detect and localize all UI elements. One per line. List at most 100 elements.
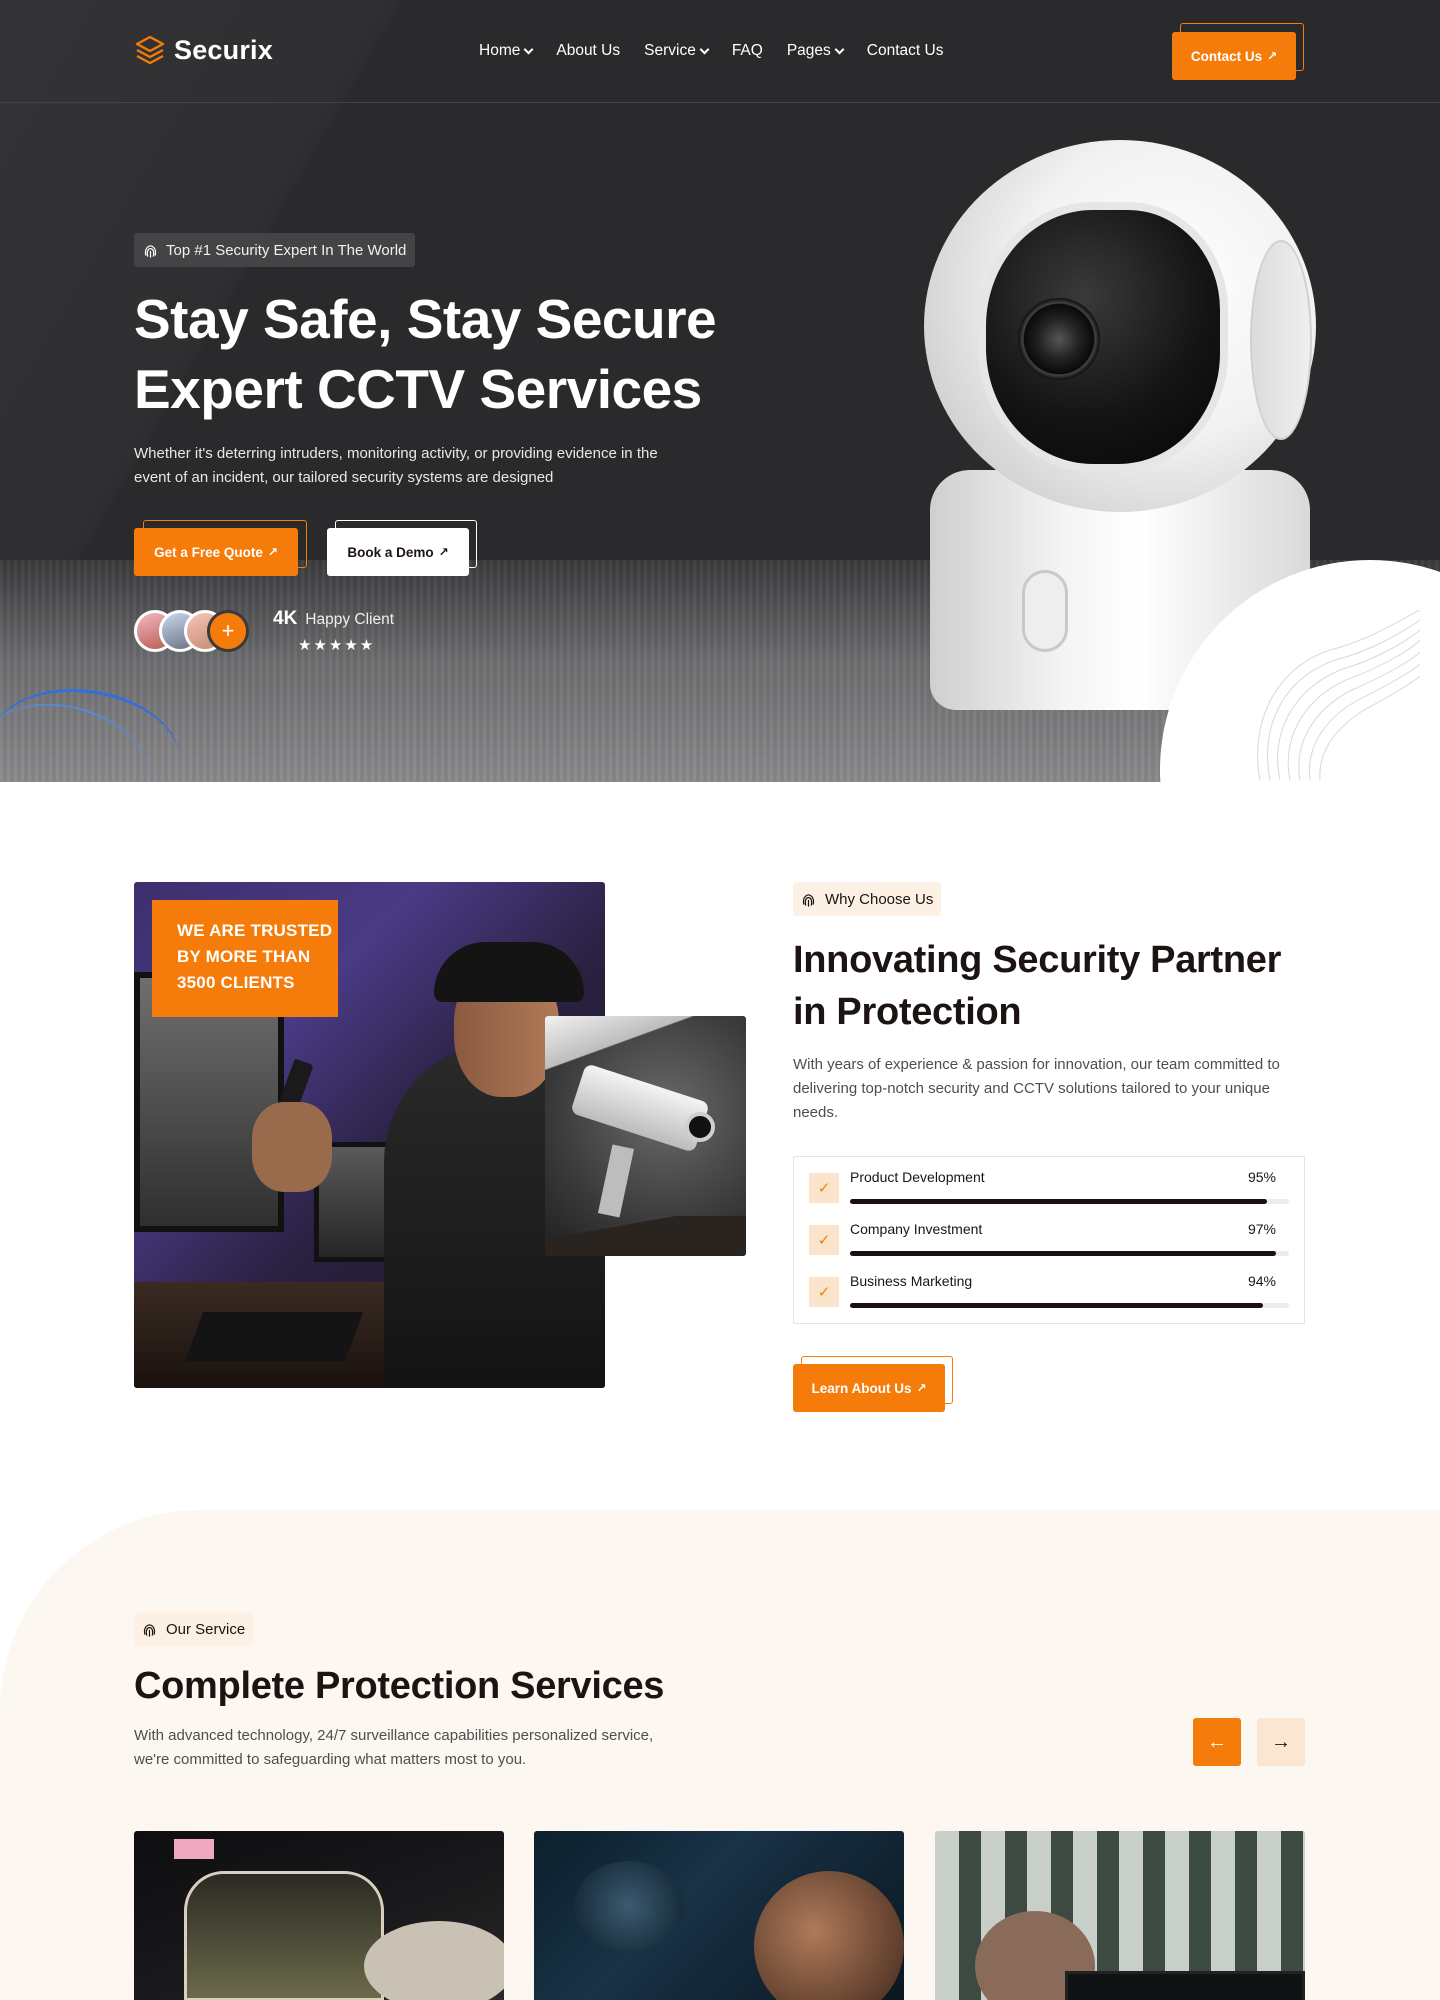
clients-count: 4K [273,608,298,629]
button-label: Get a Free Quote [154,544,263,560]
nav-item-pages[interactable]: Pages [786,42,845,60]
service-card-image[interactable] [534,1831,904,2000]
button-label: Book a Demo [347,544,434,560]
arrow-right-icon: → [1271,1730,1291,1753]
client-avatars: + [134,610,249,652]
about-title-line: in Protection [793,991,1022,1033]
service-card-image[interactable] [134,1831,504,2000]
skill-track [850,1251,1289,1256]
skills-panel: ✓ Product Development 95% ✓ Company Inve… [793,1156,1305,1324]
brand-name: Securix [174,34,273,65]
nav-label: Home [479,42,521,59]
nav-label: FAQ [731,42,763,59]
check-icon: ✓ [809,1225,839,1255]
nav-item-home[interactable]: Home [479,42,534,60]
arrow-up-right-icon: ↗ [438,545,449,559]
layers-logo-icon [135,35,165,65]
check-icon: ✓ [809,1277,839,1307]
hero-contour-lines [1257,610,1420,780]
skill-track [850,1303,1289,1308]
header-divider [0,102,1440,103]
hero-badge-text: Top #1 Security Expert In The World [166,241,407,259]
nav-label: About Us [556,42,621,59]
skill-percent: 94% [1247,1273,1276,1289]
arrow-up-right-icon: ↗ [267,545,278,559]
arrow-up-right-icon: ↗ [916,1381,927,1395]
person-head-shape [754,1871,904,2000]
skill-percent: 95% [1247,1169,1276,1185]
plus-icon: + [207,610,249,652]
badge-text: Why Choose Us [825,890,934,908]
nav-item-contact[interactable]: Contact Us [867,42,944,60]
our-service-badge: Our Service [134,1612,254,1646]
hero-badge: Top #1 Security Expert In The World [134,233,416,267]
hero-section: Securix Home About Us Service FAQ Pages … [0,0,1440,782]
keyboard-shape [184,1312,364,1362]
camera-arm-shape [597,1144,635,1218]
brand-logo[interactable]: Securix [134,34,273,66]
hero-title-line: Expert CCTV Services [134,358,702,420]
guard-cap-shape [434,942,584,1002]
about-title-line: Innovating Security Partner [793,939,1282,981]
camera-lens [1018,298,1100,380]
get-free-quote-button[interactable]: Get a Free Quote ↗ [134,528,298,576]
camera-lens-shape [685,1112,715,1142]
button-label: Learn About Us [811,1380,912,1396]
arrow-left-icon: ← [1207,1730,1227,1753]
next-slide-button[interactable]: → [1257,1718,1305,1766]
nav-label: Pages [786,42,831,59]
sticky-note-shape [174,1839,214,1859]
hand-shape [252,1102,332,1192]
skill-fill [850,1303,1263,1308]
book-demo-button[interactable]: Book a Demo ↗ [327,528,469,576]
contact-us-button[interactable]: Contact Us ↗ [1172,32,1296,80]
skill-name: Product Development [850,1169,985,1185]
skill-fill [850,1199,1268,1204]
fingerprint-icon [143,1623,156,1637]
trusted-clients-box: WE ARE TRUSTED BY MORE THAN 3500 CLIENTS [152,900,338,1017]
learn-about-us-button[interactable]: Learn About Us ↗ [793,1364,945,1412]
nav-item-about[interactable]: About Us [556,42,620,60]
chevron-down-icon [523,44,534,54]
skill-name: Company Investment [850,1221,983,1237]
chevron-down-icon [834,44,845,54]
skill-row: ✓ Company Investment 97% [809,1213,1289,1256]
monitor-shape [1065,1971,1305,2000]
prev-slide-button[interactable]: ← [1193,1718,1241,1766]
skill-row: ✓ Product Development 95% [809,1161,1289,1204]
hero-description: Whether it's deterring intruders, monito… [134,445,658,486]
skill-name: Business Marketing [850,1273,973,1289]
skill-track [850,1199,1289,1204]
check-icon: ✓ [809,1173,839,1203]
nav-label: Contact Us [866,42,944,59]
cctv-camera-photo [545,1016,746,1256]
nav-item-service[interactable]: Service [644,42,710,60]
services-title: Complete Protection Services [134,1665,665,1707]
happy-clients: 4K Happy Client [273,608,394,630]
fingerprint-icon [802,893,815,907]
about-title: Innovating Security Partner in Protectio… [793,934,1313,1038]
camera-body-shape [570,1063,710,1153]
ground-shape [545,1216,746,1256]
camera-side-disc [1250,240,1312,440]
skill-percent: 97% [1247,1221,1276,1237]
nav-item-faq[interactable]: FAQ [732,42,763,60]
about-description: With years of experience & passion for i… [793,1056,1280,1121]
main-nav: Home About Us Service FAQ Pages Contact … [479,42,943,60]
clients-label: Happy Client [305,611,395,628]
skill-row: ✓ Business Marketing 94% [809,1265,1289,1308]
skill-fill [850,1251,1276,1256]
badge-text: Our Service [166,1620,246,1638]
button-label: Contact Us [1190,48,1263,64]
hero-title-line: Stay Safe, Stay Secure [134,288,717,350]
fingerprint-icon [144,244,157,258]
why-choose-badge: Why Choose Us [793,882,942,916]
evidence-board-shape [184,1871,384,2000]
nav-label: Service [644,42,696,59]
camera-face [978,202,1228,472]
person-head-shape [364,1921,504,2000]
arrow-up-right-icon: ↗ [1267,49,1278,63]
wall-shape [545,1016,746,1076]
service-card-image[interactable] [935,1831,1305,2000]
person-head-shape [574,1861,684,1951]
